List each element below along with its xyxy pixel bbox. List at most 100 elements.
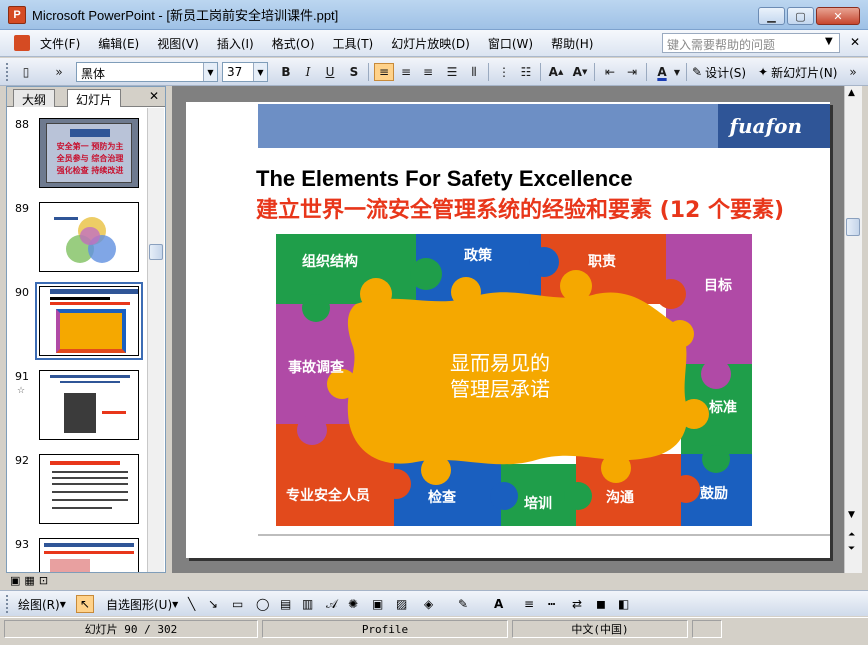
wordart-button[interactable]: 𝒜 <box>326 595 337 613</box>
textbox-tool-button[interactable]: ▤ <box>280 595 291 613</box>
line-tool-button[interactable]: ╲ <box>188 595 195 613</box>
separator <box>646 63 647 81</box>
previous-slide-icon[interactable]: ⏶ <box>848 530 855 540</box>
shadow-button[interactable]: S <box>344 63 364 81</box>
chevron-down-icon[interactable]: ▼ <box>825 36 833 47</box>
select-pointer-button[interactable]: ↖ <box>76 595 94 613</box>
slide-title-cn[interactable]: 建立世界一流安全管理系统的经验和要素 (12 个要素) <box>256 192 784 224</box>
next-slide-icon[interactable]: ⏷ <box>848 544 855 554</box>
scroll-down-icon[interactable]: ▼ <box>848 510 855 520</box>
fill-color-button[interactable]: ◈ <box>424 595 433 613</box>
font-color-button[interactable]: A <box>494 595 503 613</box>
decrease-font-button[interactable]: A ▼ <box>570 63 590 81</box>
clipart-button[interactable]: ▣ <box>372 595 383 613</box>
puzzle-knob <box>421 455 451 485</box>
slide-title-en[interactable]: The Elements For Safety Excellence <box>256 166 633 192</box>
vertical-textbox-button[interactable]: ▥ <box>302 595 313 613</box>
autoshapes-menu-button[interactable]: 自选图形(U) ▼ <box>106 595 178 613</box>
increase-indent-button[interactable]: ⇥ <box>622 63 642 81</box>
menu-file[interactable]: 文件(F) <box>40 35 80 52</box>
line-color-button[interactable]: ✎ <box>458 595 468 613</box>
close-document-icon[interactable]: ✕ <box>850 35 860 49</box>
new-slide-button[interactable]: ✦ 新幻灯片(N) <box>758 63 837 81</box>
current-slide[interactable]: fuafon The Elements For Safety Excellenc… <box>186 102 830 558</box>
chevron-down-icon: ▼ <box>59 599 66 609</box>
text-direction-button[interactable]: ⫴ <box>464 63 484 81</box>
pane-tabs: 大纲 幻灯片 ✕ <box>7 87 165 107</box>
new-document-icon[interactable]: ▯ <box>16 63 36 81</box>
scroll-thumb[interactable] <box>846 218 860 236</box>
minimize-button[interactable]: ▁ <box>758 7 785 25</box>
puzzle-knob <box>666 320 694 348</box>
thumbnail-scrollbar[interactable] <box>147 108 164 572</box>
bold-button[interactable]: B <box>276 63 296 81</box>
oval-tool-button[interactable]: ◯ <box>256 595 269 613</box>
italic-button[interactable]: I <box>298 63 318 81</box>
align-center-button[interactable]: ≡ <box>396 63 416 81</box>
scroll-up-icon[interactable]: ▲ <box>848 88 855 98</box>
menu-view[interactable]: 视图(V) <box>157 35 199 52</box>
font-size-select[interactable]: 37 ▼ <box>222 62 268 82</box>
line-style-button[interactable]: ≡ <box>524 595 534 613</box>
normal-view-icon[interactable]: ▣ <box>10 574 20 587</box>
design-button[interactable]: ✎ 设计(S) <box>692 63 746 81</box>
tab-outline[interactable]: 大纲 <box>13 89 56 107</box>
puzzle-knob <box>656 279 686 309</box>
increase-font-button[interactable]: A ▲ <box>546 63 566 81</box>
chevron-down-icon[interactable]: ▼ <box>253 63 267 81</box>
title-bar: P Microsoft PowerPoint - [新员工岗前安全培训课件.pp… <box>0 0 868 30</box>
thumb-text-line: 安全第一 预防为主 <box>56 142 124 151</box>
distribute-button[interactable]: ☰ <box>442 63 462 81</box>
puzzle-graphic[interactable]: 组织结构 政策 职责 目标 事故调查 标准 专业安全人员 检查 培训 沟通 鼓励… <box>276 234 752 526</box>
dash-style-button[interactable]: ┅ <box>548 595 555 613</box>
design-template-status: Profile <box>262 620 508 638</box>
help-search-input[interactable]: 键入需要帮助的问题 <box>662 33 840 53</box>
rectangle-tool-button[interactable]: ▭ <box>232 595 243 613</box>
toolbar-options-icon[interactable]: » <box>52 63 66 81</box>
window-title: Microsoft PowerPoint - [新员工岗前安全培训课件.ppt] <box>32 8 339 23</box>
shadow-style-button[interactable]: ◼ <box>596 595 606 613</box>
underline-button[interactable]: U <box>320 63 340 81</box>
powerpoint-app-icon[interactable]: P <box>8 5 26 24</box>
document-icon[interactable] <box>14 35 30 51</box>
slide-sorter-icon[interactable]: ▦ <box>24 574 34 587</box>
menu-help[interactable]: 帮助(H) <box>551 35 593 52</box>
toolbar-grip[interactable] <box>6 595 9 613</box>
bullets-button[interactable]: ☷ <box>516 63 536 81</box>
menu-slideshow[interactable]: 幻灯片放映(D) <box>391 35 470 52</box>
menu-insert[interactable]: 插入(I) <box>217 35 254 52</box>
arrow-tool-button[interactable]: ↘ <box>208 595 218 613</box>
separator <box>488 63 489 81</box>
puzzle-knob <box>601 453 631 483</box>
font-select[interactable]: 黑体 ▼ <box>76 62 218 82</box>
3d-style-button[interactable]: ◧ <box>618 595 629 613</box>
toolbar-options-icon[interactable]: » <box>846 63 860 81</box>
align-right-button[interactable]: ≡ <box>418 63 438 81</box>
numbering-button[interactable]: ⋮ <box>494 63 514 81</box>
chevron-down-icon[interactable]: ▼ <box>672 63 682 81</box>
diagram-button[interactable]: ✺ <box>348 595 358 613</box>
menu-format[interactable]: 格式(O) <box>272 35 315 52</box>
align-left-button[interactable]: ≡ <box>374 63 394 81</box>
arrow-style-button[interactable]: ⇄ <box>572 595 582 613</box>
menu-window[interactable]: 窗口(W) <box>488 35 533 52</box>
decrease-indent-button[interactable]: ⇤ <box>600 63 620 81</box>
maximize-button[interactable]: ▢ <box>787 7 814 25</box>
slideshow-icon[interactable]: ⊡ <box>39 574 48 587</box>
slide-number: 93 <box>15 538 29 551</box>
font-size-value: 37 <box>227 65 243 79</box>
font-color-button[interactable]: A <box>652 63 672 81</box>
toolbar-grip[interactable] <box>6 63 9 81</box>
center-text-line1: 显而易见的 <box>450 351 550 375</box>
close-icon[interactable]: ✕ <box>149 89 159 103</box>
close-window-button[interactable]: ✕ <box>816 7 860 25</box>
tab-slides[interactable]: 幻灯片 <box>67 89 122 107</box>
insert-picture-button[interactable]: ▨ <box>396 595 407 613</box>
slide-scrollbar[interactable]: ▲ ▼ ⏶ ⏷ <box>844 86 862 573</box>
menu-tools[interactable]: 工具(T) <box>333 35 374 52</box>
menu-edit[interactable]: 编辑(E) <box>98 35 139 52</box>
draw-menu-button[interactable]: 绘图(R) ▼ <box>18 595 66 613</box>
scroll-thumb[interactable] <box>149 244 163 260</box>
chevron-down-icon[interactable]: ▼ <box>203 63 217 81</box>
separator <box>594 63 595 81</box>
